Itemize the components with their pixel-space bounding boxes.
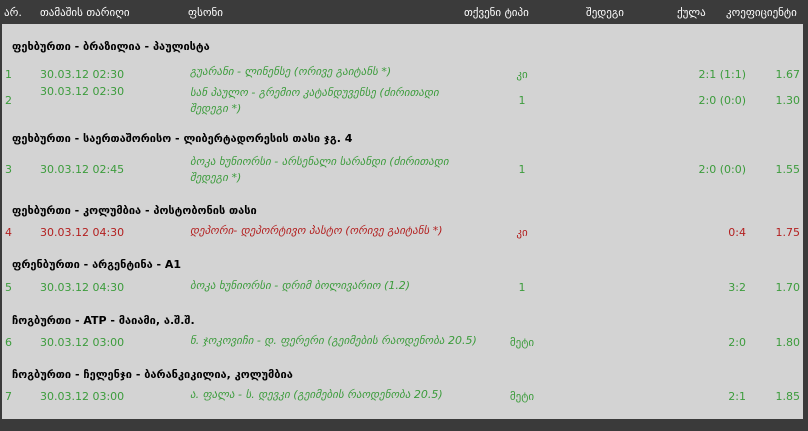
- row-bet: კი: [516, 226, 528, 239]
- row-odds: 1.85: [775, 390, 801, 403]
- table-row[interactable]: 3 30.03.12 02:45 ბოკა ხუნიორსი - არსენალ…: [2, 150, 803, 190]
- header-bet-type: თქვენი ტიპი: [464, 6, 529, 19]
- header-odds: კოეფიციენტი: [726, 6, 797, 19]
- row-bet: 1: [518, 163, 526, 176]
- row-bet: კი: [516, 68, 528, 81]
- header-event: ფსონი: [188, 6, 223, 19]
- row-score: 2:0 (0:0): [698, 163, 747, 176]
- row-event: ბოკა ხუნიორსი - დრიმ ბოლივარიო (1.2): [190, 279, 411, 292]
- row-bet: 1: [518, 94, 526, 107]
- table-row[interactable]: 5 30.03.12 04:30 ბოკა ხუნიორსი - დრიმ ბო…: [2, 276, 803, 316]
- group-title: ჩოგბურთი - ჩელენჯი - ბარანკიკილია, კოლუმ…: [12, 368, 293, 381]
- row-score: 3:2: [728, 281, 746, 294]
- group-title: ფეხბურთი - ბრაზილია - პაულისტა: [12, 40, 210, 53]
- row-odds: 1.70: [775, 281, 801, 294]
- row-date: 30.03.12 04:30: [40, 281, 125, 294]
- bet-history-window: არ. თამაშის თარიღი ფსონი თქვენი ტიპი შედ…: [0, 0, 808, 431]
- bets-table: ფეხბურთი - ბრაზილია - პაულისტა 1 30.03.1…: [2, 24, 803, 419]
- header-date: თამაშის თარიღი: [40, 6, 130, 19]
- row-bet: 1: [518, 281, 526, 294]
- row-bet: მეტი: [509, 390, 535, 403]
- row-num: 4: [5, 226, 12, 239]
- header-result: შედეგი: [586, 6, 624, 19]
- header-score: ქულა: [677, 6, 706, 19]
- row-event: ა. ფალა - ს. დევკი (გეიმების რაოდენობა 2…: [190, 388, 443, 401]
- row-odds: 1.67: [775, 68, 801, 81]
- row-num: 1: [5, 68, 12, 81]
- row-score: 2:1 (1:1): [698, 68, 747, 81]
- row-odds: 1.30: [775, 94, 801, 107]
- row-num: 7: [5, 390, 12, 403]
- table-row[interactable]: 2 30.03.12 02:30 სან პაულო - გრემიო კატა…: [2, 82, 803, 122]
- row-event: ნ. ჯოკოვიჩი - დ. ფერერი (გეიმების რაოდენ…: [190, 334, 477, 347]
- row-odds: 1.55: [775, 163, 801, 176]
- row-event-cont: შედეგი *): [190, 102, 242, 115]
- row-date: 30.03.12 02:45: [40, 163, 125, 176]
- row-date: 30.03.12 03:00: [40, 390, 125, 403]
- row-num: 2: [5, 94, 12, 107]
- row-event: სან პაულო - გრემიო კატანდუვენსე (ძირითად…: [190, 86, 439, 99]
- row-event: ბოკა ხუნიორსი - არსენალი სარანდი (ძირითა…: [190, 155, 449, 168]
- row-event-cont: შედეგი *): [190, 171, 242, 184]
- group-title: ფეხბურთი - საერთაშორისო - ლიბერტადორესის…: [12, 132, 353, 145]
- group-title: ფეხბურთი - კოლუმბია - პოსტობონის თასი: [12, 204, 257, 217]
- group-title: ფრენბურთი - არგენტინა - A1: [12, 258, 182, 271]
- row-odds: 1.80: [775, 336, 801, 349]
- row-bet: მეტი: [509, 336, 535, 349]
- row-date: 30.03.12 02:30: [40, 85, 125, 98]
- row-date: 30.03.12 04:30: [40, 226, 125, 239]
- row-odds: 1.75: [775, 226, 801, 239]
- row-event: გუარანი - ლინენსე (ორივე გაიტანს *): [190, 65, 392, 78]
- group-title: ჩოგბურთი - ATP - მაიამი, ა.შ.შ.: [12, 314, 195, 327]
- row-num: 5: [5, 281, 12, 294]
- row-score: 2:1: [728, 390, 746, 403]
- table-header: არ. თამაშის თარიღი ფსონი თქვენი ტიპი შედ…: [0, 0, 808, 24]
- row-event: დეპორი- დეპორტივო პასტო (ორივე გაიტანს *…: [190, 224, 443, 237]
- table-row[interactable]: 7 30.03.12 03:00 ა. ფალა - ს. დევკი (გეი…: [2, 386, 803, 426]
- row-num: 6: [5, 336, 12, 349]
- header-num: არ.: [4, 6, 22, 19]
- row-date: 30.03.12 02:30: [40, 68, 125, 81]
- row-date: 30.03.12 03:00: [40, 336, 125, 349]
- row-score: 2:0: [728, 336, 746, 349]
- row-num: 3: [5, 163, 12, 176]
- table-row[interactable]: 4 30.03.12 04:30 დეპორი- დეპორტივო პასტო…: [2, 222, 803, 262]
- row-score: 2:0 (0:0): [698, 94, 747, 107]
- table-row[interactable]: 6 30.03.12 03:00 ნ. ჯოკოვიჩი - დ. ფერერი…: [2, 332, 803, 372]
- row-score: 0:4: [728, 226, 746, 239]
